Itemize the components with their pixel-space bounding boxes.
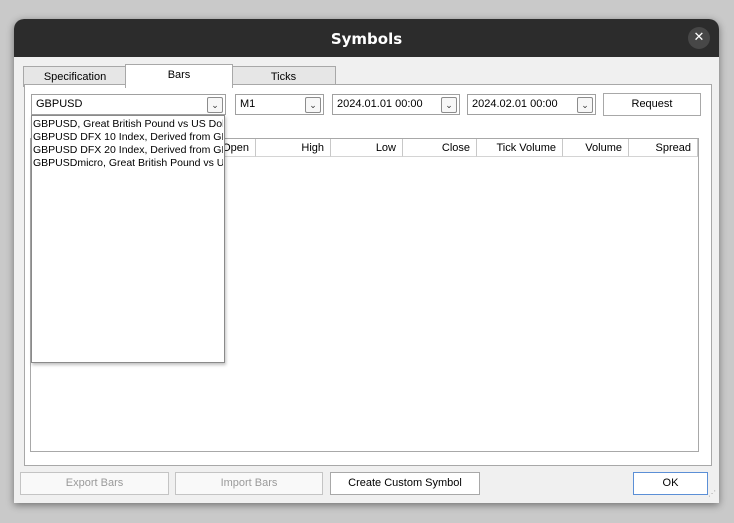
symbols-dialog: Symbols ✕ Specification Bars Ticks GBPUS…: [14, 19, 719, 503]
column-header-spread[interactable]: Spread: [629, 139, 698, 157]
chevron-down-icon[interactable]: ⌄: [441, 97, 457, 113]
column-header-volume[interactable]: Volume: [563, 139, 629, 157]
request-button[interactable]: Request: [603, 93, 701, 116]
column-header-close[interactable]: Close: [403, 139, 477, 157]
date-from-value: 2024.01.01 00:00: [337, 98, 423, 110]
date-to-picker[interactable]: 2024.02.01 00:00 ⌄: [467, 94, 596, 115]
date-to-value: 2024.02.01 00:00: [472, 98, 558, 110]
column-header-tick-volume[interactable]: Tick Volume: [477, 139, 563, 157]
symbol-select-value: GBPUSD: [36, 98, 83, 110]
symbol-select[interactable]: GBPUSD ⌄: [31, 94, 226, 115]
list-item[interactable]: GBPUSD DFX 10 Index, Derived from GBPUSD: [33, 131, 223, 144]
list-item[interactable]: GBPUSDmicro, Great British Pound vs US D…: [33, 157, 223, 170]
title-bar: Symbols ✕: [14, 19, 719, 57]
column-header-low[interactable]: Low: [331, 139, 403, 157]
list-item[interactable]: GBPUSD DFX 20 Index, Derived from GBPUSD: [33, 144, 223, 157]
export-bars-button[interactable]: Export Bars: [20, 472, 169, 495]
create-custom-symbol-button[interactable]: Create Custom Symbol: [330, 472, 480, 495]
dialog-title: Symbols: [330, 30, 403, 48]
import-bars-button[interactable]: Import Bars: [175, 472, 323, 495]
timeframe-select-value: M1: [240, 98, 256, 110]
chevron-down-icon[interactable]: ⌄: [207, 97, 223, 113]
date-from-picker[interactable]: 2024.01.01 00:00 ⌄: [332, 94, 460, 115]
close-icon[interactable]: ✕: [688, 27, 710, 49]
timeframe-select[interactable]: M1 ⌄: [235, 94, 324, 115]
tab-bars[interactable]: Bars: [125, 64, 233, 88]
resize-grip-icon[interactable]: ⋰: [708, 489, 718, 499]
chevron-down-icon[interactable]: ⌄: [305, 97, 321, 113]
chevron-down-icon[interactable]: ⌄: [577, 97, 593, 113]
column-header-high[interactable]: High: [256, 139, 331, 157]
ok-button[interactable]: OK: [633, 472, 708, 495]
symbol-dropdown-list: GBPUSD, Great British Pound vs US Dollar…: [31, 115, 225, 363]
list-item[interactable]: GBPUSD, Great British Pound vs US Dollar: [33, 118, 223, 131]
